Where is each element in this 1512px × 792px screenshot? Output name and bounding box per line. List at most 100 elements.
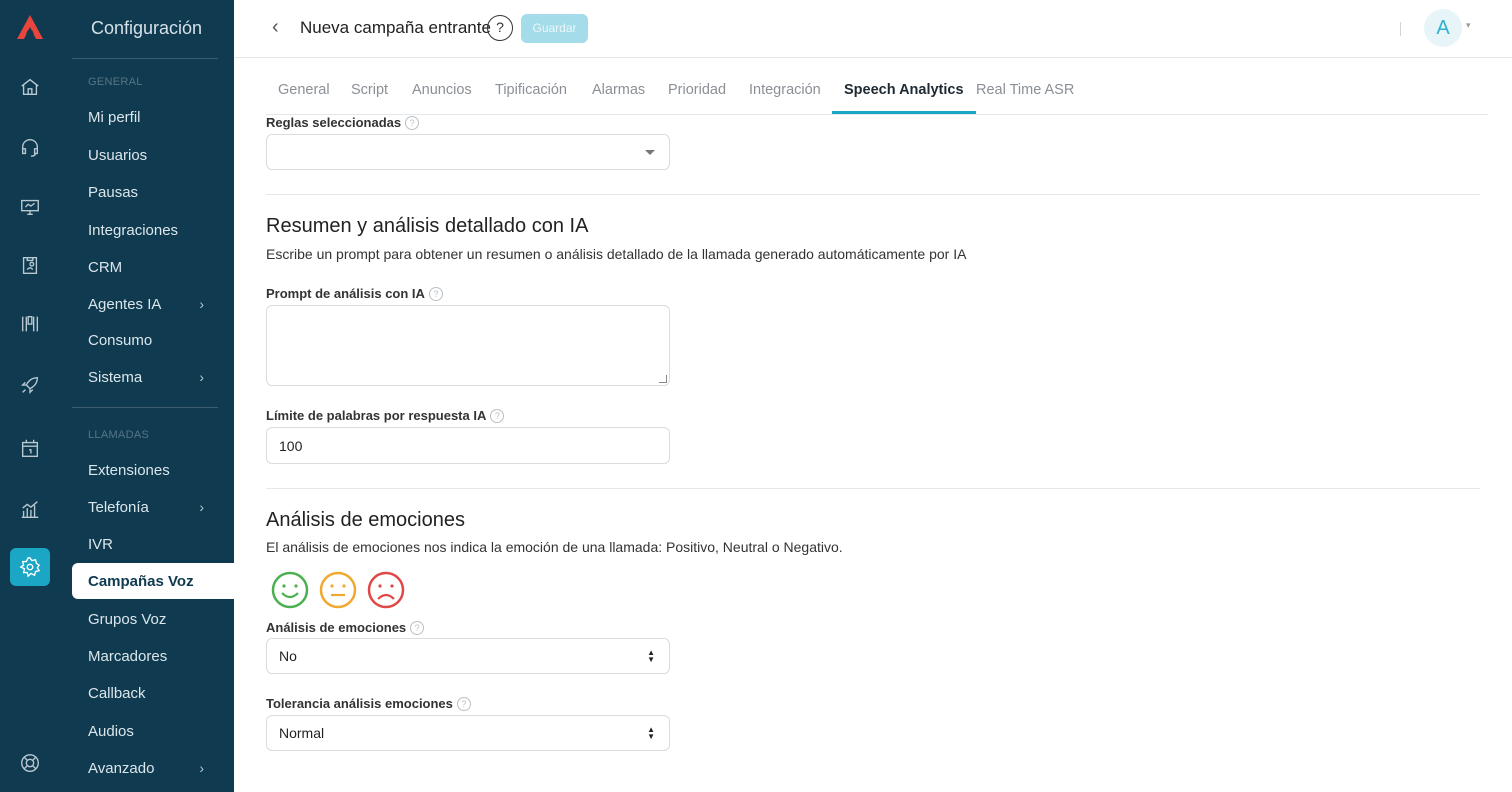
section-header-general: GENERAL bbox=[88, 76, 143, 88]
logo-icon[interactable] bbox=[14, 12, 46, 44]
back-arrow-icon[interactable]: ‹ bbox=[272, 16, 292, 40]
tab-integracion[interactable]: Integración bbox=[737, 82, 833, 114]
gear-icon[interactable] bbox=[10, 548, 50, 586]
sidebar-item-label: Telefonía bbox=[88, 498, 149, 516]
word-limit-label-text: Límite de palabras por respuesta IA bbox=[266, 408, 487, 423]
word-limit-value: 100 bbox=[279, 437, 303, 454]
sidebar-item-integraciones[interactable]: Integraciones bbox=[72, 212, 234, 248]
resize-handle-icon[interactable] bbox=[659, 375, 667, 383]
tolerance-select[interactable]: Normal ▲ ▼ bbox=[266, 715, 670, 751]
sidebar-item-usuarios[interactable]: Usuarios bbox=[72, 137, 234, 173]
tolerance-label-text: Tolerancia análisis emociones bbox=[266, 696, 453, 711]
tab-bar: General Script Anuncios Tipificación Ala… bbox=[266, 72, 1488, 115]
help-icon[interactable]: ? bbox=[410, 621, 425, 635]
tab-real-time-asr[interactable]: Real Time ASR bbox=[964, 82, 1086, 114]
lifebuoy-icon[interactable] bbox=[18, 751, 42, 775]
sidebar-item-label: Extensiones bbox=[88, 461, 170, 479]
rules-label: Reglas seleccionadas? bbox=[266, 115, 420, 130]
tab-prioridad[interactable]: Prioridad bbox=[656, 82, 738, 114]
prompt-label-text: Prompt de análisis con IA bbox=[266, 286, 425, 301]
badge-icon[interactable] bbox=[18, 253, 42, 277]
sidebar-item-sistema[interactable]: Sistema › bbox=[72, 359, 234, 395]
sidebar-item-audios[interactable]: Audios bbox=[72, 713, 234, 749]
chevron-down-icon[interactable]: ▾ bbox=[1466, 20, 1471, 31]
sidebar-item-label: Pausas bbox=[88, 183, 139, 201]
tab-speech-analytics[interactable]: Speech Analytics bbox=[832, 82, 976, 114]
emotions-select-label: Análisis de emociones? bbox=[266, 620, 425, 635]
chevron-right-icon: › bbox=[199, 499, 204, 515]
sidebar-item-crm[interactable]: CRM bbox=[72, 249, 234, 285]
monitor-icon[interactable] bbox=[18, 195, 42, 219]
chart-icon[interactable] bbox=[18, 497, 42, 521]
sidebar-item-mi-perfil[interactable]: Mi perfil bbox=[72, 99, 234, 135]
chevron-right-icon: › bbox=[199, 760, 204, 776]
sidebar-item-label: Callback bbox=[88, 684, 146, 702]
tab-anuncios[interactable]: Anuncios bbox=[400, 82, 484, 114]
sidebar-item-label: Campañas Voz bbox=[88, 572, 194, 590]
sidebar-item-extensiones[interactable]: Extensiones bbox=[72, 452, 234, 488]
help-icon[interactable]: ? bbox=[490, 409, 505, 423]
emotions-section-title: Análisis de emociones bbox=[266, 509, 465, 531]
headset-icon[interactable] bbox=[18, 135, 42, 159]
sidebar-item-label: Agentes IA bbox=[88, 295, 162, 313]
ai-section-title: Resumen y análisis detallado con IA bbox=[266, 215, 589, 237]
rules-select[interactable] bbox=[266, 134, 670, 170]
sidebar-item-avanzado[interactable]: Avanzado › bbox=[72, 750, 234, 786]
sidebar-item-marcadores[interactable]: Marcadores bbox=[72, 638, 234, 674]
sidebar-item-label: Grupos Voz bbox=[88, 610, 167, 628]
sort-arrows-icon: ▲ ▼ bbox=[647, 725, 655, 741]
help-icon[interactable]: ? bbox=[428, 287, 443, 301]
avatar[interactable]: A bbox=[1424, 9, 1462, 47]
happy-face-icon bbox=[271, 571, 309, 609]
divider bbox=[266, 488, 1480, 489]
icon-rail bbox=[0, 0, 60, 792]
settings-sidebar: Configuración GENERAL Mi perfil Usuarios… bbox=[60, 0, 234, 792]
help-icon[interactable]: ? bbox=[487, 15, 513, 41]
rocket-icon[interactable] bbox=[18, 373, 42, 397]
help-icon[interactable]: ? bbox=[456, 697, 471, 711]
divider bbox=[72, 407, 218, 408]
word-limit-input[interactable]: 100 bbox=[266, 427, 670, 464]
emotions-select-value: No bbox=[279, 648, 297, 664]
tab-general[interactable]: General bbox=[266, 82, 342, 114]
sidebar-item-label: CRM bbox=[88, 258, 123, 276]
sidebar-item-ivr[interactable]: IVR bbox=[72, 526, 234, 562]
calendar-icon[interactable] bbox=[18, 436, 42, 460]
sidebar-item-agentes-ia[interactable]: Agentes IA › bbox=[72, 286, 234, 322]
tolerance-select-value: Normal bbox=[279, 725, 325, 741]
top-header: ‹ Nueva campaña entrante ? Guardar A ▾ bbox=[234, 0, 1512, 58]
columns-icon[interactable] bbox=[18, 312, 42, 336]
chevron-down-icon bbox=[645, 150, 655, 155]
sidebar-item-consumo[interactable]: Consumo bbox=[72, 322, 234, 358]
save-button[interactable]: Guardar bbox=[521, 14, 588, 43]
tab-script[interactable]: Script bbox=[339, 82, 400, 114]
prompt-label: Prompt de análisis con IA? bbox=[266, 286, 443, 301]
divider bbox=[266, 194, 1480, 195]
home-icon[interactable] bbox=[18, 75, 42, 99]
emotions-select[interactable]: No ▲ ▼ bbox=[266, 638, 670, 674]
sidebar-item-label: Usuarios bbox=[88, 146, 148, 164]
sidebar-item-label: Sistema bbox=[88, 368, 143, 386]
sidebar-item-label: Consumo bbox=[88, 331, 153, 349]
help-icon[interactable]: ? bbox=[405, 116, 420, 130]
sidebar-item-pausas[interactable]: Pausas bbox=[72, 174, 234, 210]
tab-alarmas[interactable]: Alarmas bbox=[580, 82, 657, 114]
sidebar-item-label: Audios bbox=[88, 722, 134, 740]
tab-tipificacion[interactable]: Tipificación bbox=[483, 82, 579, 114]
sidebar-item-grupos-voz[interactable]: Grupos Voz bbox=[72, 601, 234, 637]
chevron-right-icon: › bbox=[199, 369, 204, 385]
sidebar-item-telefonia[interactable]: Telefonía › bbox=[72, 489, 234, 525]
sidebar-item-campanas-voz[interactable]: Campañas Voz bbox=[72, 563, 234, 599]
sidebar-item-callback[interactable]: Callback bbox=[72, 675, 234, 711]
sad-face-icon bbox=[367, 571, 405, 609]
tolerance-label: Tolerancia análisis emociones? bbox=[266, 696, 471, 711]
sidebar-item-label: IVR bbox=[88, 535, 114, 553]
sidebar-item-label: Marcadores bbox=[88, 647, 168, 665]
emotions-select-label-text: Análisis de emociones bbox=[266, 620, 407, 635]
chevron-right-icon: › bbox=[199, 296, 204, 312]
sort-arrows-icon: ▲ ▼ bbox=[647, 648, 655, 664]
prompt-textarea[interactable] bbox=[266, 305, 670, 386]
section-header-llamadas: LLAMADAS bbox=[88, 429, 150, 441]
emotions-section-description: El análisis de emociones nos indica la e… bbox=[266, 539, 843, 555]
sidebar-item-label: Avanzado bbox=[88, 759, 155, 777]
